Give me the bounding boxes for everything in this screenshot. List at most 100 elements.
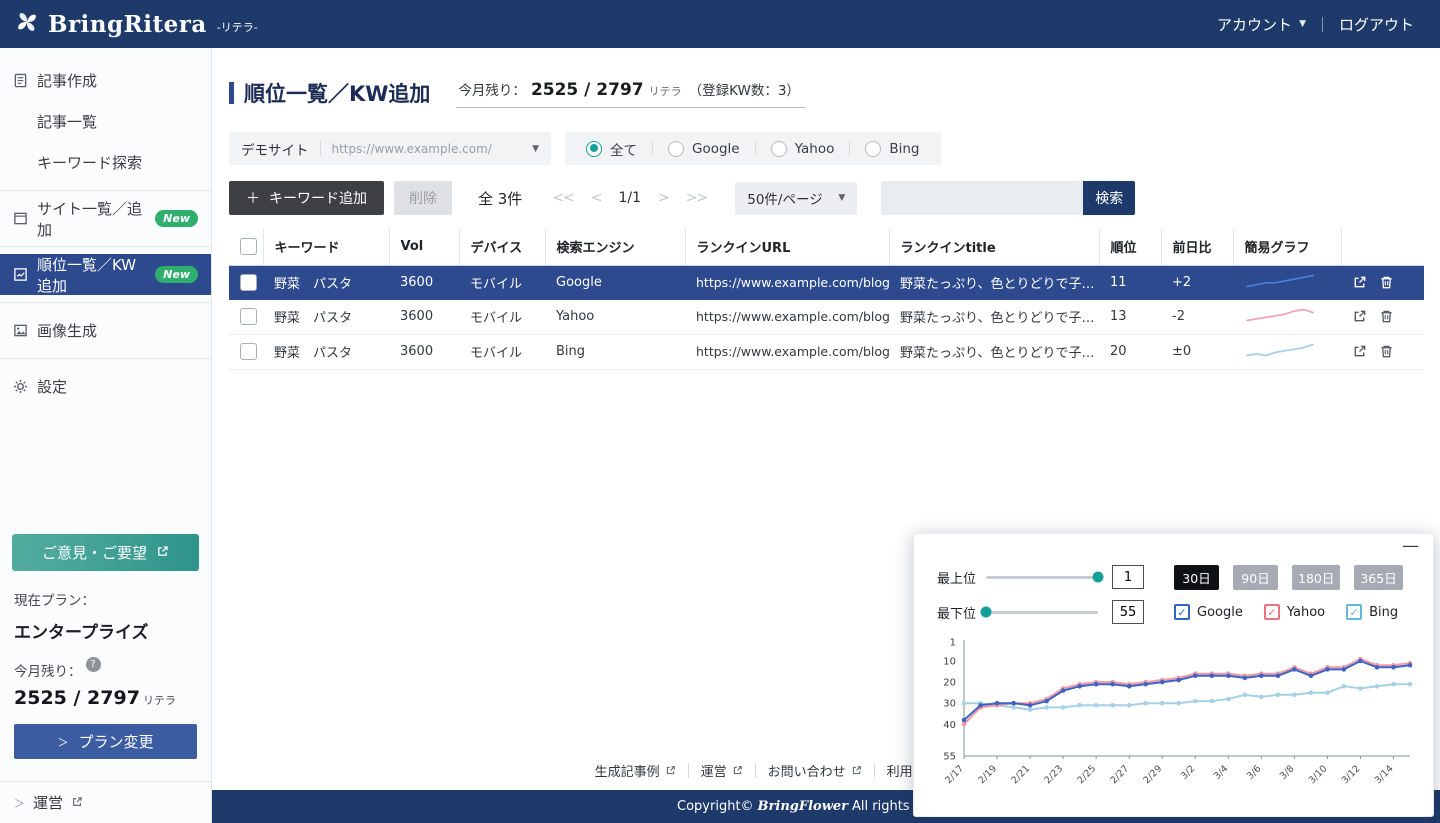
slider-knob[interactable] xyxy=(1093,572,1104,583)
sidebar-item-settings[interactable]: 設定 xyxy=(0,366,211,407)
divider xyxy=(755,763,756,778)
top-rank-input[interactable] xyxy=(1112,565,1144,589)
vol-cell: 3600 xyxy=(389,265,459,300)
engine-cell: Yahoo xyxy=(545,300,685,335)
new-badge: New xyxy=(155,266,198,283)
per-page-select[interactable]: 50件/ページ ▼ xyxy=(735,182,857,215)
divider xyxy=(320,141,321,156)
next-page-button[interactable]: > xyxy=(658,190,669,206)
footer-link-ops[interactable]: 運営 xyxy=(701,761,743,780)
period-180d-button[interactable]: 180日 xyxy=(1292,565,1340,590)
top-rank-label: 最上位 xyxy=(928,568,976,587)
sidebar-item-keyword-search[interactable]: キーワード探索 xyxy=(0,142,211,183)
ops-link[interactable]: ＞ 運営 xyxy=(0,781,211,823)
sidebar-item-site-list[interactable]: サイト一覧／追加 New xyxy=(0,198,211,239)
help-icon[interactable]: ? xyxy=(86,657,101,672)
url-cell: https://www.example.com/blog… xyxy=(685,265,889,300)
sidebar-item-rank-list[interactable]: 順位一覧／KW追加 New xyxy=(0,254,211,295)
svg-text:10: 10 xyxy=(943,657,956,668)
sidebar-item-article-create[interactable]: 記事作成 xyxy=(0,60,211,101)
flower-logo-icon xyxy=(12,7,42,41)
first-page-button[interactable]: << xyxy=(552,190,573,206)
select-all-checkbox[interactable] xyxy=(240,238,257,255)
sidebar-item-image-generate[interactable]: 画像生成 xyxy=(0,310,211,351)
search-input[interactable] xyxy=(881,181,1083,215)
diff-cell: ±0 xyxy=(1161,334,1233,369)
account-menu[interactable]: アカウント ▼ xyxy=(1217,14,1306,35)
caret-down-icon: ▼ xyxy=(1299,19,1306,29)
period-30d-button[interactable]: 30日 xyxy=(1174,565,1219,590)
series-checkbox-google[interactable]: ✓ Google xyxy=(1174,604,1243,620)
divider xyxy=(0,246,211,247)
page-title: 順位一覧／KW追加 xyxy=(229,78,430,108)
radio-selected-icon xyxy=(586,141,602,157)
table-row[interactable]: 野菜 パスタ 3600 モバイル Bing https://www.exampl… xyxy=(229,334,1424,369)
svg-text:1: 1 xyxy=(950,638,956,649)
col-engine: 検索エンジン xyxy=(545,229,685,265)
engine-option-bing[interactable]: Bing xyxy=(850,141,934,157)
site-selector[interactable]: デモサイト https://www.example.com/ ▼ xyxy=(229,132,551,165)
col-device: デバイス xyxy=(459,229,545,265)
radio-icon xyxy=(771,141,787,157)
bottom-rank-input[interactable] xyxy=(1112,600,1144,624)
external-link-icon[interactable] xyxy=(1352,275,1367,290)
row-checkbox[interactable] xyxy=(240,308,257,325)
divider xyxy=(0,190,211,191)
diff-cell: -2 xyxy=(1161,300,1233,335)
series-checkbox-bing[interactable]: ✓ Bing xyxy=(1346,604,1398,620)
rank-cell: 13 xyxy=(1099,300,1161,335)
minimize-button[interactable]: — xyxy=(1402,536,1419,556)
rank-chart-icon xyxy=(13,267,28,282)
add-keyword-button[interactable]: ＋ キーワード追加 xyxy=(229,181,384,215)
engine-option-yahoo[interactable]: Yahoo xyxy=(756,141,850,157)
search-button[interactable]: 検索 xyxy=(1083,181,1135,215)
vol-cell: 3600 xyxy=(389,300,459,335)
col-title: ランクインtitle xyxy=(889,229,1099,265)
divider xyxy=(1322,17,1323,32)
footer-link-examples[interactable]: 生成記事例 xyxy=(595,761,676,780)
delete-button[interactable]: 削除 xyxy=(394,181,452,215)
row-checkbox[interactable] xyxy=(240,274,257,291)
row-checkbox[interactable] xyxy=(240,343,257,360)
last-page-button[interactable]: >> xyxy=(686,190,707,206)
divider xyxy=(688,763,689,778)
slider-knob[interactable] xyxy=(981,607,992,618)
trash-icon[interactable] xyxy=(1379,344,1394,359)
logout-button[interactable]: ログアウト xyxy=(1339,14,1414,35)
plan-change-button[interactable]: ＞ プラン変更 xyxy=(14,724,197,759)
table-row[interactable]: 野菜 パスタ 3600 モバイル Yahoo https://www.examp… xyxy=(229,300,1424,335)
trash-icon[interactable] xyxy=(1379,309,1394,324)
device-cell: モバイル xyxy=(459,334,545,369)
feedback-button[interactable]: ご意見・ご要望 xyxy=(12,534,199,571)
period-group: 30日 90日 180日 365日 xyxy=(1174,565,1403,590)
sidebar-item-article-list[interactable]: 記事一覧 xyxy=(0,101,211,142)
logo-subtitle: -リテラ- xyxy=(217,19,258,35)
logo[interactable]: BringRitera -リテラ- xyxy=(12,7,258,41)
period-90d-button[interactable]: 90日 xyxy=(1233,565,1278,590)
diff-cell: +2 xyxy=(1161,265,1233,300)
pagination: << < 1/1 > >> xyxy=(552,190,707,206)
period-365d-button[interactable]: 365日 xyxy=(1354,565,1402,590)
engine-option-all[interactable]: 全て xyxy=(571,139,652,159)
trash-icon[interactable] xyxy=(1379,275,1394,290)
footer-link-contact[interactable]: お問い合わせ xyxy=(768,761,862,780)
checkbox-checked-icon: ✓ xyxy=(1346,604,1362,620)
external-link-icon[interactable] xyxy=(1352,309,1367,324)
rank-history-chart: 110203040552/172/192/212/232/252/272/293… xyxy=(928,634,1420,810)
plan-name: エンタープライズ xyxy=(14,618,197,643)
url-cell: https://www.example.com/blog… xyxy=(685,334,889,369)
external-link-icon[interactable] xyxy=(1352,344,1367,359)
bottom-rank-slider[interactable] xyxy=(986,611,1098,614)
checkbox-checked-icon: ✓ xyxy=(1264,604,1280,620)
series-checkbox-yahoo[interactable]: ✓ Yahoo xyxy=(1264,604,1325,620)
top-rank-slider[interactable] xyxy=(986,576,1098,579)
plan-label: 現在プラン： xyxy=(14,589,197,609)
svg-text:2/17: 2/17 xyxy=(943,763,966,786)
engine-option-google[interactable]: Google xyxy=(653,141,755,157)
svg-text:2/27: 2/27 xyxy=(1108,763,1131,786)
svg-text:3/6: 3/6 xyxy=(1245,763,1264,782)
prev-page-button[interactable]: < xyxy=(591,190,602,206)
table-row[interactable]: 野菜 パスタ 3600 モバイル Google https://www.exam… xyxy=(229,265,1424,300)
quota-label: 今月残り： ? xyxy=(14,660,197,680)
checkbox-checked-icon: ✓ xyxy=(1174,604,1190,620)
